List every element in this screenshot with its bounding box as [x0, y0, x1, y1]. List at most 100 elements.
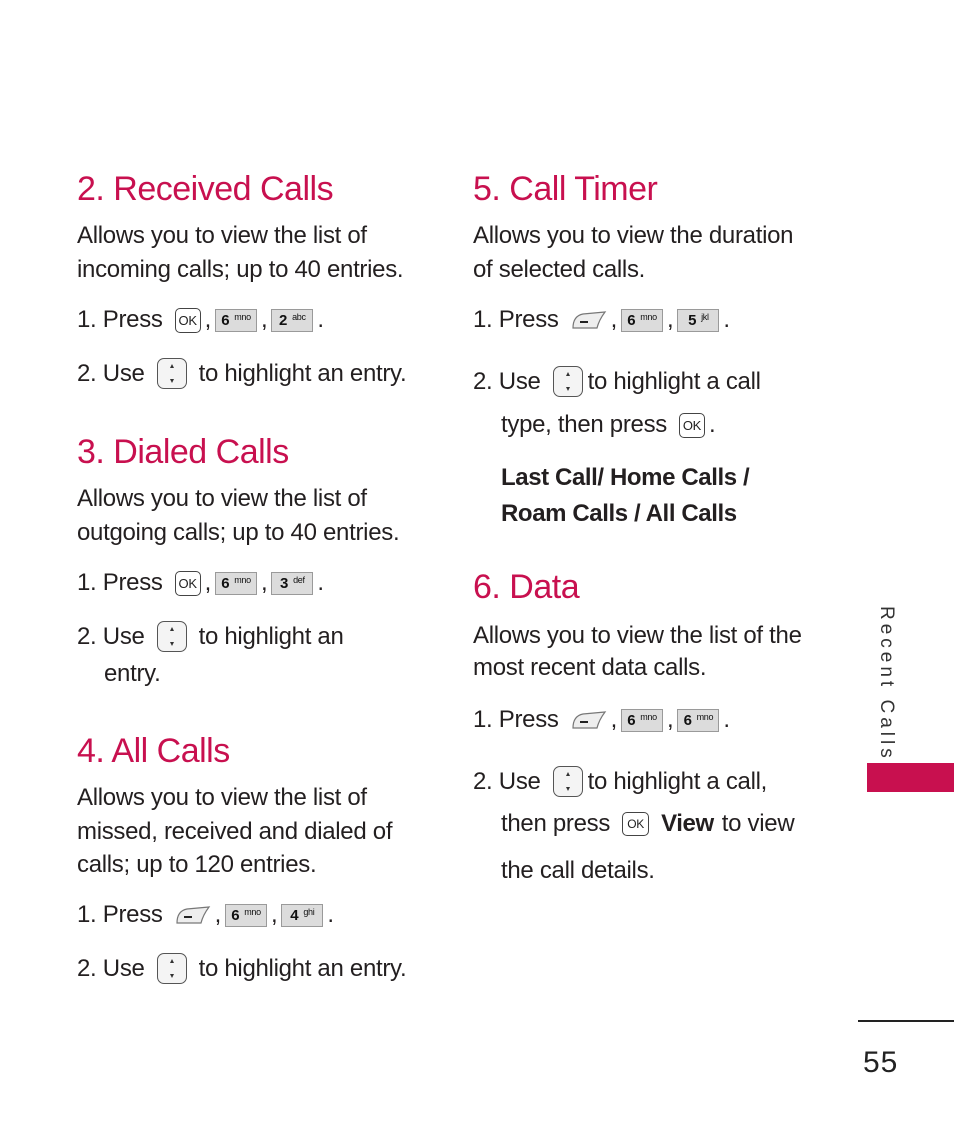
- ok-key-icon: OK: [678, 412, 705, 438]
- view-option-label: View: [661, 810, 714, 837]
- step-text: to view: [721, 810, 795, 837]
- left-soft-key-icon: [571, 310, 607, 330]
- timer-options-line-1: Last Call/ Home Calls /: [501, 464, 750, 491]
- step-text: to highlight an entry.: [198, 359, 407, 387]
- key-6-icon: 6 mno: [225, 903, 268, 927]
- step-label: 2. Use: [473, 367, 541, 395]
- data-desc-line-2: most recent data calls.: [473, 654, 707, 681]
- timer-desc-line-1: Allows you to view the duration: [473, 222, 794, 249]
- nav-up-down-key-icon: [156, 621, 187, 652]
- data-step-2: 2. Use to highlight a call,: [473, 766, 767, 797]
- key-digit: 6: [221, 311, 230, 329]
- step-label: 1. Press: [77, 901, 163, 928]
- separator: .: [723, 306, 730, 333]
- step-label: 1. Press: [473, 306, 559, 333]
- all-step-1: 1. Press , 6 mno , 4 ghi .: [77, 901, 338, 929]
- key-letters: ghi: [303, 907, 315, 917]
- key-letters: mno: [244, 907, 261, 917]
- separator: ,: [271, 901, 278, 928]
- key-letters: mno: [234, 312, 251, 322]
- data-step-2-continued-2: the call details.: [501, 857, 655, 884]
- key-digit: 6: [627, 311, 636, 329]
- nav-up-down-key-icon: [552, 366, 583, 397]
- data-step-1: 1. Press , 6 mno , 6 mno .: [473, 706, 734, 734]
- step-label: 1. Press: [473, 706, 559, 733]
- footer-rule: [858, 1020, 954, 1022]
- received-desc-line-2: incoming calls; up to 40 entries.: [77, 256, 404, 283]
- key-4-icon: 4 ghi: [281, 903, 324, 927]
- step-text: to highlight an entry.: [198, 954, 407, 982]
- left-soft-key-icon: [175, 905, 211, 925]
- section-title-data: 6. Data: [473, 568, 580, 606]
- key-6-icon: 6 mno: [677, 708, 720, 732]
- step-text: to highlight a call: [587, 367, 761, 395]
- separator: ,: [204, 569, 212, 596]
- key-2-icon: 2 abc: [271, 308, 314, 332]
- separator: .: [317, 569, 324, 596]
- step-label: 2. Use: [77, 359, 145, 387]
- separator: ,: [667, 706, 674, 733]
- key-digit: 6: [627, 711, 636, 729]
- data-desc-line-1: Allows you to view the list of the: [473, 622, 802, 649]
- key-6-icon: 6 mno: [621, 308, 664, 332]
- step-text: to highlight an: [198, 622, 344, 650]
- key-6-icon: 6 mno: [215, 571, 258, 595]
- dialed-step-2-continued: entry.: [104, 660, 161, 687]
- separator: .: [708, 411, 716, 438]
- dialed-step-2: 2. Use to highlight an: [77, 621, 344, 652]
- section-title-dialed-calls: 3. Dialed Calls: [77, 433, 289, 471]
- separator: ,: [261, 306, 268, 333]
- separator: .: [327, 901, 334, 928]
- chapter-tab-marker: [867, 763, 954, 792]
- ok-key-icon: OK: [622, 812, 650, 836]
- nav-up-down-key-icon: [552, 766, 583, 797]
- key-digit: 2: [279, 311, 288, 329]
- separator: ,: [261, 569, 268, 596]
- key-letters: mno: [234, 575, 251, 585]
- nav-up-down-key-icon: [156, 358, 187, 389]
- key-6-icon: 6 mno: [215, 308, 258, 332]
- received-desc-line-1: Allows you to view the list of: [77, 222, 367, 249]
- key-digit: 6: [231, 906, 240, 924]
- key-letters: mno: [640, 712, 657, 722]
- key-digit: 4: [290, 906, 299, 924]
- dialed-step-1: 1. Press OK , 6 mno , 3 def .: [77, 569, 328, 597]
- ok-key-icon: OK: [174, 570, 201, 596]
- step-label: 2. Use: [77, 622, 145, 650]
- ok-key-icon: OK: [174, 307, 201, 333]
- key-5-icon: 5 jkl: [677, 308, 720, 332]
- key-letters: def: [293, 575, 305, 585]
- step-label: 2. Use: [77, 954, 145, 982]
- left-soft-key-icon: [571, 710, 607, 730]
- step-text: to highlight a call,: [587, 767, 768, 795]
- separator: ,: [204, 306, 212, 333]
- timer-step-2: 2. Use to highlight a call: [473, 366, 761, 397]
- nav-up-down-key-icon: [156, 953, 187, 984]
- dialed-desc-line-2: outgoing calls; up to 40 entries.: [77, 519, 400, 546]
- chapter-side-label: Recent Calls: [876, 606, 897, 762]
- step-label: 1. Press: [77, 306, 163, 333]
- timer-step-1: 1. Press , 6 mno , 5 jkl .: [473, 306, 734, 334]
- key-digit: 6: [683, 711, 692, 729]
- all-step-2: 2. Use to highlight an entry.: [77, 953, 407, 984]
- timer-options-line-2: Roam Calls / All Calls: [501, 500, 737, 527]
- key-digit: 3: [280, 574, 289, 592]
- step-text: then press: [501, 810, 611, 837]
- step-label: 1. Press: [77, 569, 163, 596]
- step-text: type, then press: [501, 411, 667, 438]
- section-title-all-calls: 4. All Calls: [77, 732, 230, 770]
- section-title-received-calls: 2. Received Calls: [77, 170, 334, 208]
- all-desc-line-3: calls; up to 120 entries.: [77, 851, 317, 878]
- received-step-1: 1. Press OK , 6 mno , 2 abc .: [77, 306, 328, 334]
- section-title-call-timer: 5. Call Timer: [473, 170, 658, 208]
- separator: ,: [610, 706, 618, 733]
- separator: ,: [667, 306, 674, 333]
- all-desc-line-2: missed, received and dialed of: [77, 818, 393, 845]
- key-letters: abc: [292, 312, 306, 322]
- received-step-2: 2. Use to highlight an entry.: [77, 358, 407, 389]
- step-label: 2. Use: [473, 767, 541, 795]
- timer-desc-line-2: of selected calls.: [473, 256, 646, 283]
- page-number: 55: [863, 1046, 899, 1079]
- data-step-2-continued: then press OK View to view: [501, 810, 795, 838]
- all-desc-line-1: Allows you to view the list of: [77, 784, 367, 811]
